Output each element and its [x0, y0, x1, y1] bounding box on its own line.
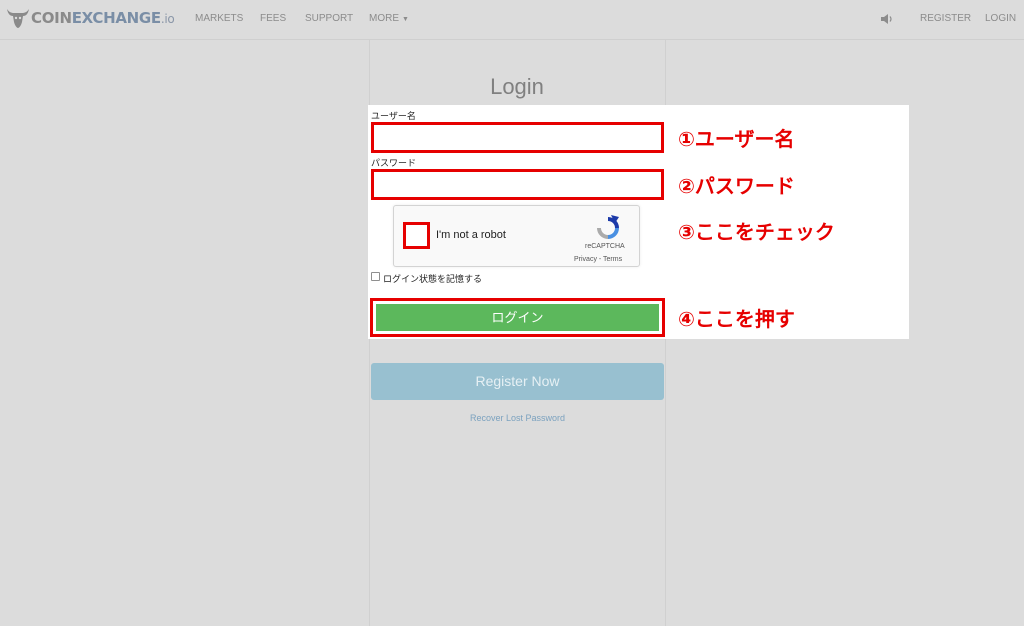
- login-button[interactable]: ログイン: [376, 304, 659, 331]
- recaptcha-brand: reCAPTCHA: [585, 243, 625, 250]
- recaptcha-terms-link[interactable]: Privacy - Terms: [574, 256, 622, 263]
- recover-password-link[interactable]: Recover Lost Password: [371, 413, 664, 423]
- annotation-step-3: ③ここをチェック: [678, 220, 835, 244]
- annotation-step-2: ②パスワード: [678, 174, 795, 198]
- nav-more[interactable]: MORE ▼: [369, 13, 409, 24]
- recaptcha-checkbox[interactable]: [403, 222, 430, 249]
- bull-head-icon: [7, 9, 29, 28]
- nav-support[interactable]: SUPPORT: [305, 13, 353, 24]
- password-label: パスワード: [371, 158, 417, 168]
- recaptcha-logo-icon: [597, 215, 619, 239]
- caret-down-icon: ▼: [402, 16, 409, 23]
- remember-me-label: ログイン状態を記憶する: [383, 274, 483, 284]
- username-input[interactable]: [371, 122, 664, 153]
- nav-fees[interactable]: FEES: [260, 13, 286, 24]
- brand-name: COINEXCHANGE.io: [31, 9, 175, 27]
- nav-login[interactable]: LOGIN: [985, 13, 1016, 24]
- nav-markets[interactable]: MARKETS: [195, 13, 243, 24]
- password-input[interactable]: [371, 169, 664, 200]
- username-label: ユーザー名: [371, 111, 416, 121]
- page-title: Login: [490, 74, 544, 99]
- speaker-icon[interactable]: [880, 12, 894, 26]
- nav-register[interactable]: REGISTER: [920, 13, 971, 24]
- brand-logo[interactable]: COINEXCHANGE.io: [6, 6, 175, 30]
- login-button-highlight: ログイン: [370, 298, 665, 337]
- remember-me-checkbox[interactable]: [371, 272, 380, 281]
- register-now-button[interactable]: Register Now: [371, 363, 664, 400]
- annotation-step-1: ①ユーザー名: [678, 127, 795, 151]
- nav-more-label: MORE: [369, 13, 399, 24]
- recaptcha-label: I'm not a robot: [436, 229, 506, 241]
- annotation-step-4: ④ここを押す: [678, 307, 795, 331]
- top-navbar: COINEXCHANGE.io MARKETS FEES SUPPORT MOR…: [0, 0, 1024, 40]
- recaptcha-widget: I'm not a robot reCAPTCHA Privacy - Term…: [393, 205, 640, 267]
